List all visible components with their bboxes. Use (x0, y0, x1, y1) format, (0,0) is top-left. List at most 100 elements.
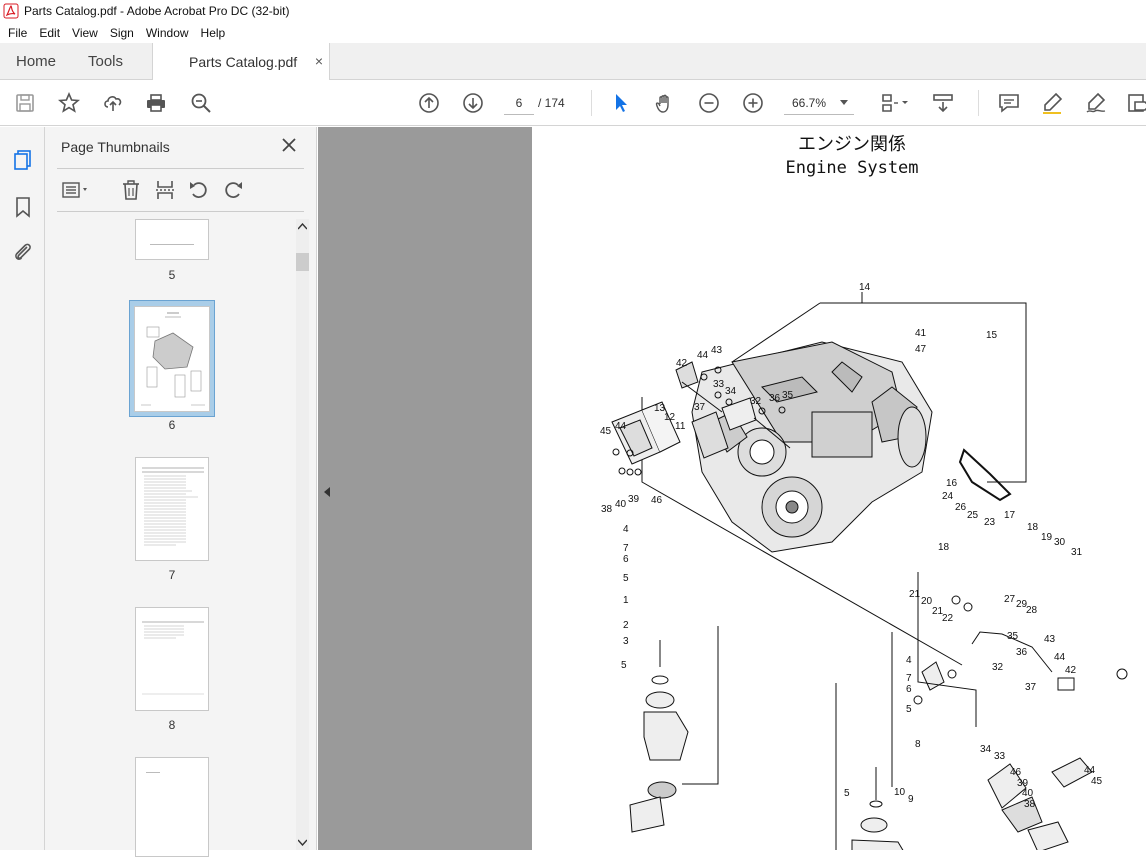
attachment-icon[interactable] (11, 240, 35, 264)
panel-collapse-handle[interactable] (318, 127, 336, 850)
callout: 47 (915, 344, 927, 355)
thumbnail-page-7[interactable] (135, 457, 209, 561)
zoom-in-icon[interactable] (741, 91, 765, 115)
thumbnail-scrollbar[interactable] (296, 219, 309, 850)
hand-icon[interactable] (653, 91, 677, 115)
scrollbar-thumb[interactable] (296, 253, 309, 271)
close-icon[interactable] (281, 137, 297, 153)
callout: 35 (1007, 631, 1019, 642)
callout: 12 (664, 412, 676, 423)
bookmark-icon[interactable] (11, 195, 35, 219)
menu-file[interactable]: File (2, 26, 33, 40)
callout: 35 (782, 390, 794, 401)
page-thumbnails-icon[interactable] (11, 148, 35, 172)
callout: 44 (615, 421, 627, 432)
document-viewer[interactable]: エンジン関係 Engine System 42 44 43 33 34 37 3… (336, 127, 1146, 850)
callout: 37 (694, 402, 706, 413)
main-toolbar: / 174 66.7% (0, 80, 1146, 126)
tab-tools[interactable]: Tools (88, 43, 123, 80)
menu-edit[interactable]: Edit (33, 26, 66, 40)
callout: 36 (769, 393, 781, 404)
zoom-select[interactable]: 66.7% (784, 91, 854, 115)
delete-icon[interactable] (120, 178, 142, 202)
rotate-left-icon[interactable] (188, 178, 210, 202)
callout: 17 (1004, 510, 1016, 521)
page-fit-icon[interactable] (876, 91, 912, 115)
thumbnail-table (142, 621, 204, 695)
thumbnail-page-9[interactable] (135, 757, 209, 857)
callout: 18 (938, 542, 950, 553)
callout: 2 (623, 620, 629, 631)
close-icon[interactable]: × (315, 53, 323, 69)
thumbnail-page-6[interactable] (134, 306, 210, 412)
divider (57, 168, 304, 169)
print-icon[interactable] (144, 91, 168, 115)
callout: 5 (623, 573, 629, 584)
upload-icon[interactable] (101, 91, 125, 115)
pdf-page: エンジン関係 Engine System 42 44 43 33 34 37 3… (532, 127, 1146, 850)
rotate-right-icon[interactable] (222, 178, 244, 202)
scroll-mode-icon[interactable] (931, 91, 955, 115)
more-tools-icon[interactable] (1126, 91, 1146, 115)
callout: 18 (1027, 522, 1039, 533)
callout: 42 (1065, 665, 1077, 676)
callout: 23 (984, 517, 996, 528)
page-title-japanese: エンジン関係 (798, 134, 906, 155)
callout: 41 (915, 328, 927, 339)
menu-bar: File Edit View Sign Window Help (0, 22, 1146, 43)
toolbar-divider (591, 90, 592, 116)
thumbnail-page-5[interactable] (135, 219, 209, 260)
select-arrow-icon[interactable] (609, 91, 633, 115)
menu-help[interactable]: Help (195, 26, 232, 40)
comment-icon[interactable] (997, 91, 1021, 115)
tab-document-label: Parts Catalog.pdf (189, 54, 298, 70)
sign-icon[interactable] (1084, 91, 1108, 115)
menu-sign[interactable]: Sign (104, 26, 140, 40)
scroll-up-arrow-icon[interactable] (298, 223, 307, 230)
collapse-arrow-icon[interactable] (323, 487, 331, 497)
callout: 11 (675, 421, 686, 432)
panel-title: Page Thumbnails (61, 139, 170, 155)
callout: 37 (1025, 682, 1037, 693)
callout: 38 (601, 504, 613, 515)
tab-home[interactable]: Home (16, 43, 56, 80)
tab-document[interactable]: Parts Catalog.pdf × (152, 43, 330, 81)
callout: 33 (994, 751, 1006, 762)
page-title-english: Engine System (785, 158, 919, 178)
callout: 9 (908, 794, 914, 805)
callout: 38 (1024, 799, 1036, 810)
callout: 44 (1084, 765, 1096, 776)
thumbnail-page-8[interactable] (135, 607, 209, 711)
callout: 33 (713, 379, 725, 390)
callout: 44 (1054, 652, 1066, 663)
page-up-icon[interactable] (417, 91, 441, 115)
save-icon[interactable] (13, 91, 37, 115)
menu-view[interactable]: View (66, 26, 104, 40)
bookmark-star-icon[interactable] (57, 91, 81, 115)
search-zoom-icon[interactable] (189, 91, 213, 115)
menu-window[interactable]: Window (140, 26, 195, 40)
callout: 3 (623, 636, 629, 647)
window-title: Parts Catalog.pdf - Adobe Acrobat Pro DC… (24, 4, 290, 18)
thumbnail-diagram (141, 312, 205, 406)
callout: 39 (628, 494, 640, 505)
page-down-icon[interactable] (461, 91, 485, 115)
acrobat-pdf-icon (3, 3, 19, 19)
callout: 34 (980, 744, 992, 755)
highlight-pen-icon[interactable] (1040, 91, 1064, 115)
page-number-input[interactable] (504, 91, 534, 115)
callout: 28 (1026, 605, 1038, 616)
tab-row: Home Tools Parts Catalog.pdf × (0, 43, 1146, 81)
callout: 20 (921, 596, 933, 607)
callout: 8 (915, 739, 921, 750)
callout: 5 (906, 704, 912, 715)
callout: 22 (942, 613, 954, 624)
callout: 36 (1016, 647, 1028, 658)
callout: 43 (1044, 634, 1056, 645)
extract-pages-icon[interactable] (154, 178, 176, 202)
callout: 10 (894, 787, 906, 798)
zoom-out-icon[interactable] (697, 91, 721, 115)
callout: 7 (623, 543, 629, 554)
scroll-down-arrow-icon[interactable] (298, 839, 307, 846)
options-menu-icon[interactable] (61, 178, 91, 202)
